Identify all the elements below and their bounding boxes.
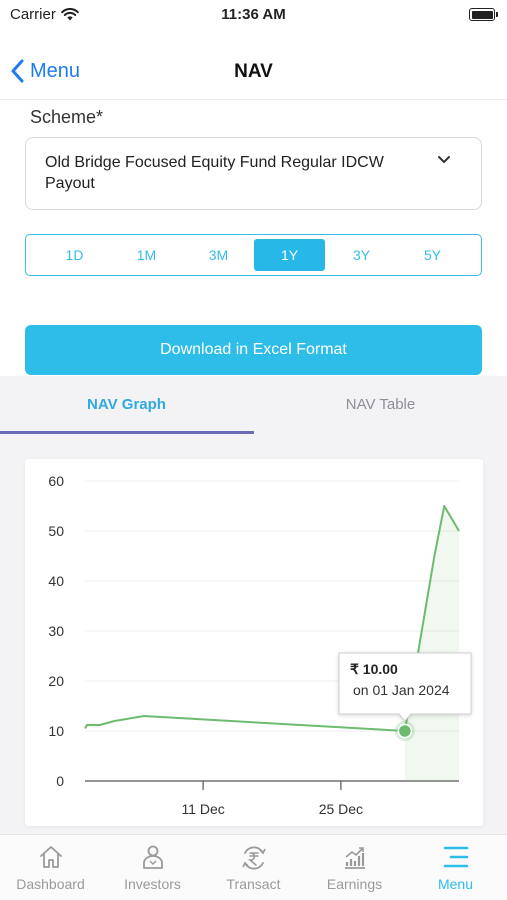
earnings-chart-icon xyxy=(344,847,365,869)
x-tick-label: 25 Dec xyxy=(319,801,363,817)
scheme-value: Old Bridge Focused Equity Fund Regular I… xyxy=(45,154,384,192)
y-tick-label: 20 xyxy=(48,673,64,689)
y-tick-label: 10 xyxy=(48,723,64,739)
y-tick-label: 30 xyxy=(48,623,64,639)
scheme-label: Scheme* xyxy=(30,107,104,127)
nav-content-area: NAV Graph NAV Table 0 10 20 30 40 50 60 11 Dec 2… xyxy=(0,376,507,834)
home-icon xyxy=(39,846,62,868)
tab-nav-graph[interactable]: NAV Graph xyxy=(0,376,253,434)
chevron-down-icon xyxy=(438,156,450,163)
navigation-bar: Menu NAV xyxy=(0,44,507,100)
bottom-tab-dashboard[interactable]: Dashboard xyxy=(0,835,101,900)
y-tick-label: 50 xyxy=(48,523,64,539)
y-tick-label: 60 xyxy=(48,473,64,489)
tab-nav-table[interactable]: NAV Table xyxy=(254,376,507,434)
bottom-tab-menu[interactable]: Menu xyxy=(405,835,506,900)
tooltip-price: ₹ 10.00 xyxy=(350,661,398,677)
period-3m[interactable]: 3M xyxy=(183,239,254,271)
menu-icon xyxy=(443,846,468,868)
bottom-tab-investors[interactable]: Investors xyxy=(102,835,203,900)
y-tick-label: 40 xyxy=(48,573,64,589)
nav-chart-card: 0 10 20 30 40 50 60 11 Dec 25 Dec ₹ 10.00 on 01 Ja… xyxy=(25,459,483,826)
back-button[interactable]: Menu xyxy=(10,59,80,83)
x-tick-label: 11 Dec xyxy=(181,801,224,817)
y-tick-label: 0 xyxy=(56,773,64,789)
highlight-point xyxy=(397,723,413,739)
area-fill xyxy=(404,506,459,781)
bottom-tab-label: Transact xyxy=(226,876,281,892)
status-bar: Carrier 11:36 AM xyxy=(0,0,507,30)
active-tab-indicator xyxy=(0,431,254,434)
rupee-transact-icon xyxy=(241,846,266,870)
scheme-dropdown[interactable]: Old Bridge Focused Equity Fund Regular I… xyxy=(25,137,482,210)
bottom-tab-earnings[interactable]: Earnings xyxy=(304,835,405,900)
bottom-tab-bar: Dashboard Investors Transact Earnings Me… xyxy=(0,834,507,900)
nav-tabs: NAV Graph NAV Table xyxy=(0,376,507,434)
bottom-tab-label: Dashboard xyxy=(16,876,85,892)
back-button-label: Menu xyxy=(30,59,81,82)
investors-icon xyxy=(142,845,163,869)
status-time: 11:36 AM xyxy=(221,6,286,23)
download-excel-button[interactable]: Download in Excel Format xyxy=(25,325,482,375)
period-5y[interactable]: 5Y xyxy=(397,239,468,271)
period-1m[interactable]: 1M xyxy=(111,239,182,271)
period-1y[interactable]: 1Y xyxy=(254,239,325,271)
bottom-tab-label: Menu xyxy=(437,876,474,892)
battery-icon xyxy=(469,8,498,21)
bottom-tab-label: Earnings xyxy=(326,876,383,892)
bottom-tab-label: Investors xyxy=(124,876,181,892)
chevron-left-icon xyxy=(11,59,24,83)
period-1d[interactable]: 1D xyxy=(39,239,110,271)
tooltip-date: on 01 Jan 2024 xyxy=(353,682,450,698)
nav-line-chart: 0 10 20 30 40 50 60 11 Dec 25 Dec ₹ 10.00 on 01 Ja… xyxy=(48,473,472,817)
period-selector: 1D 1M 3M 1Y 3Y 5Y xyxy=(25,234,482,276)
period-3y[interactable]: 3Y xyxy=(326,239,397,271)
bottom-tab-transact[interactable]: Transact xyxy=(203,835,304,900)
